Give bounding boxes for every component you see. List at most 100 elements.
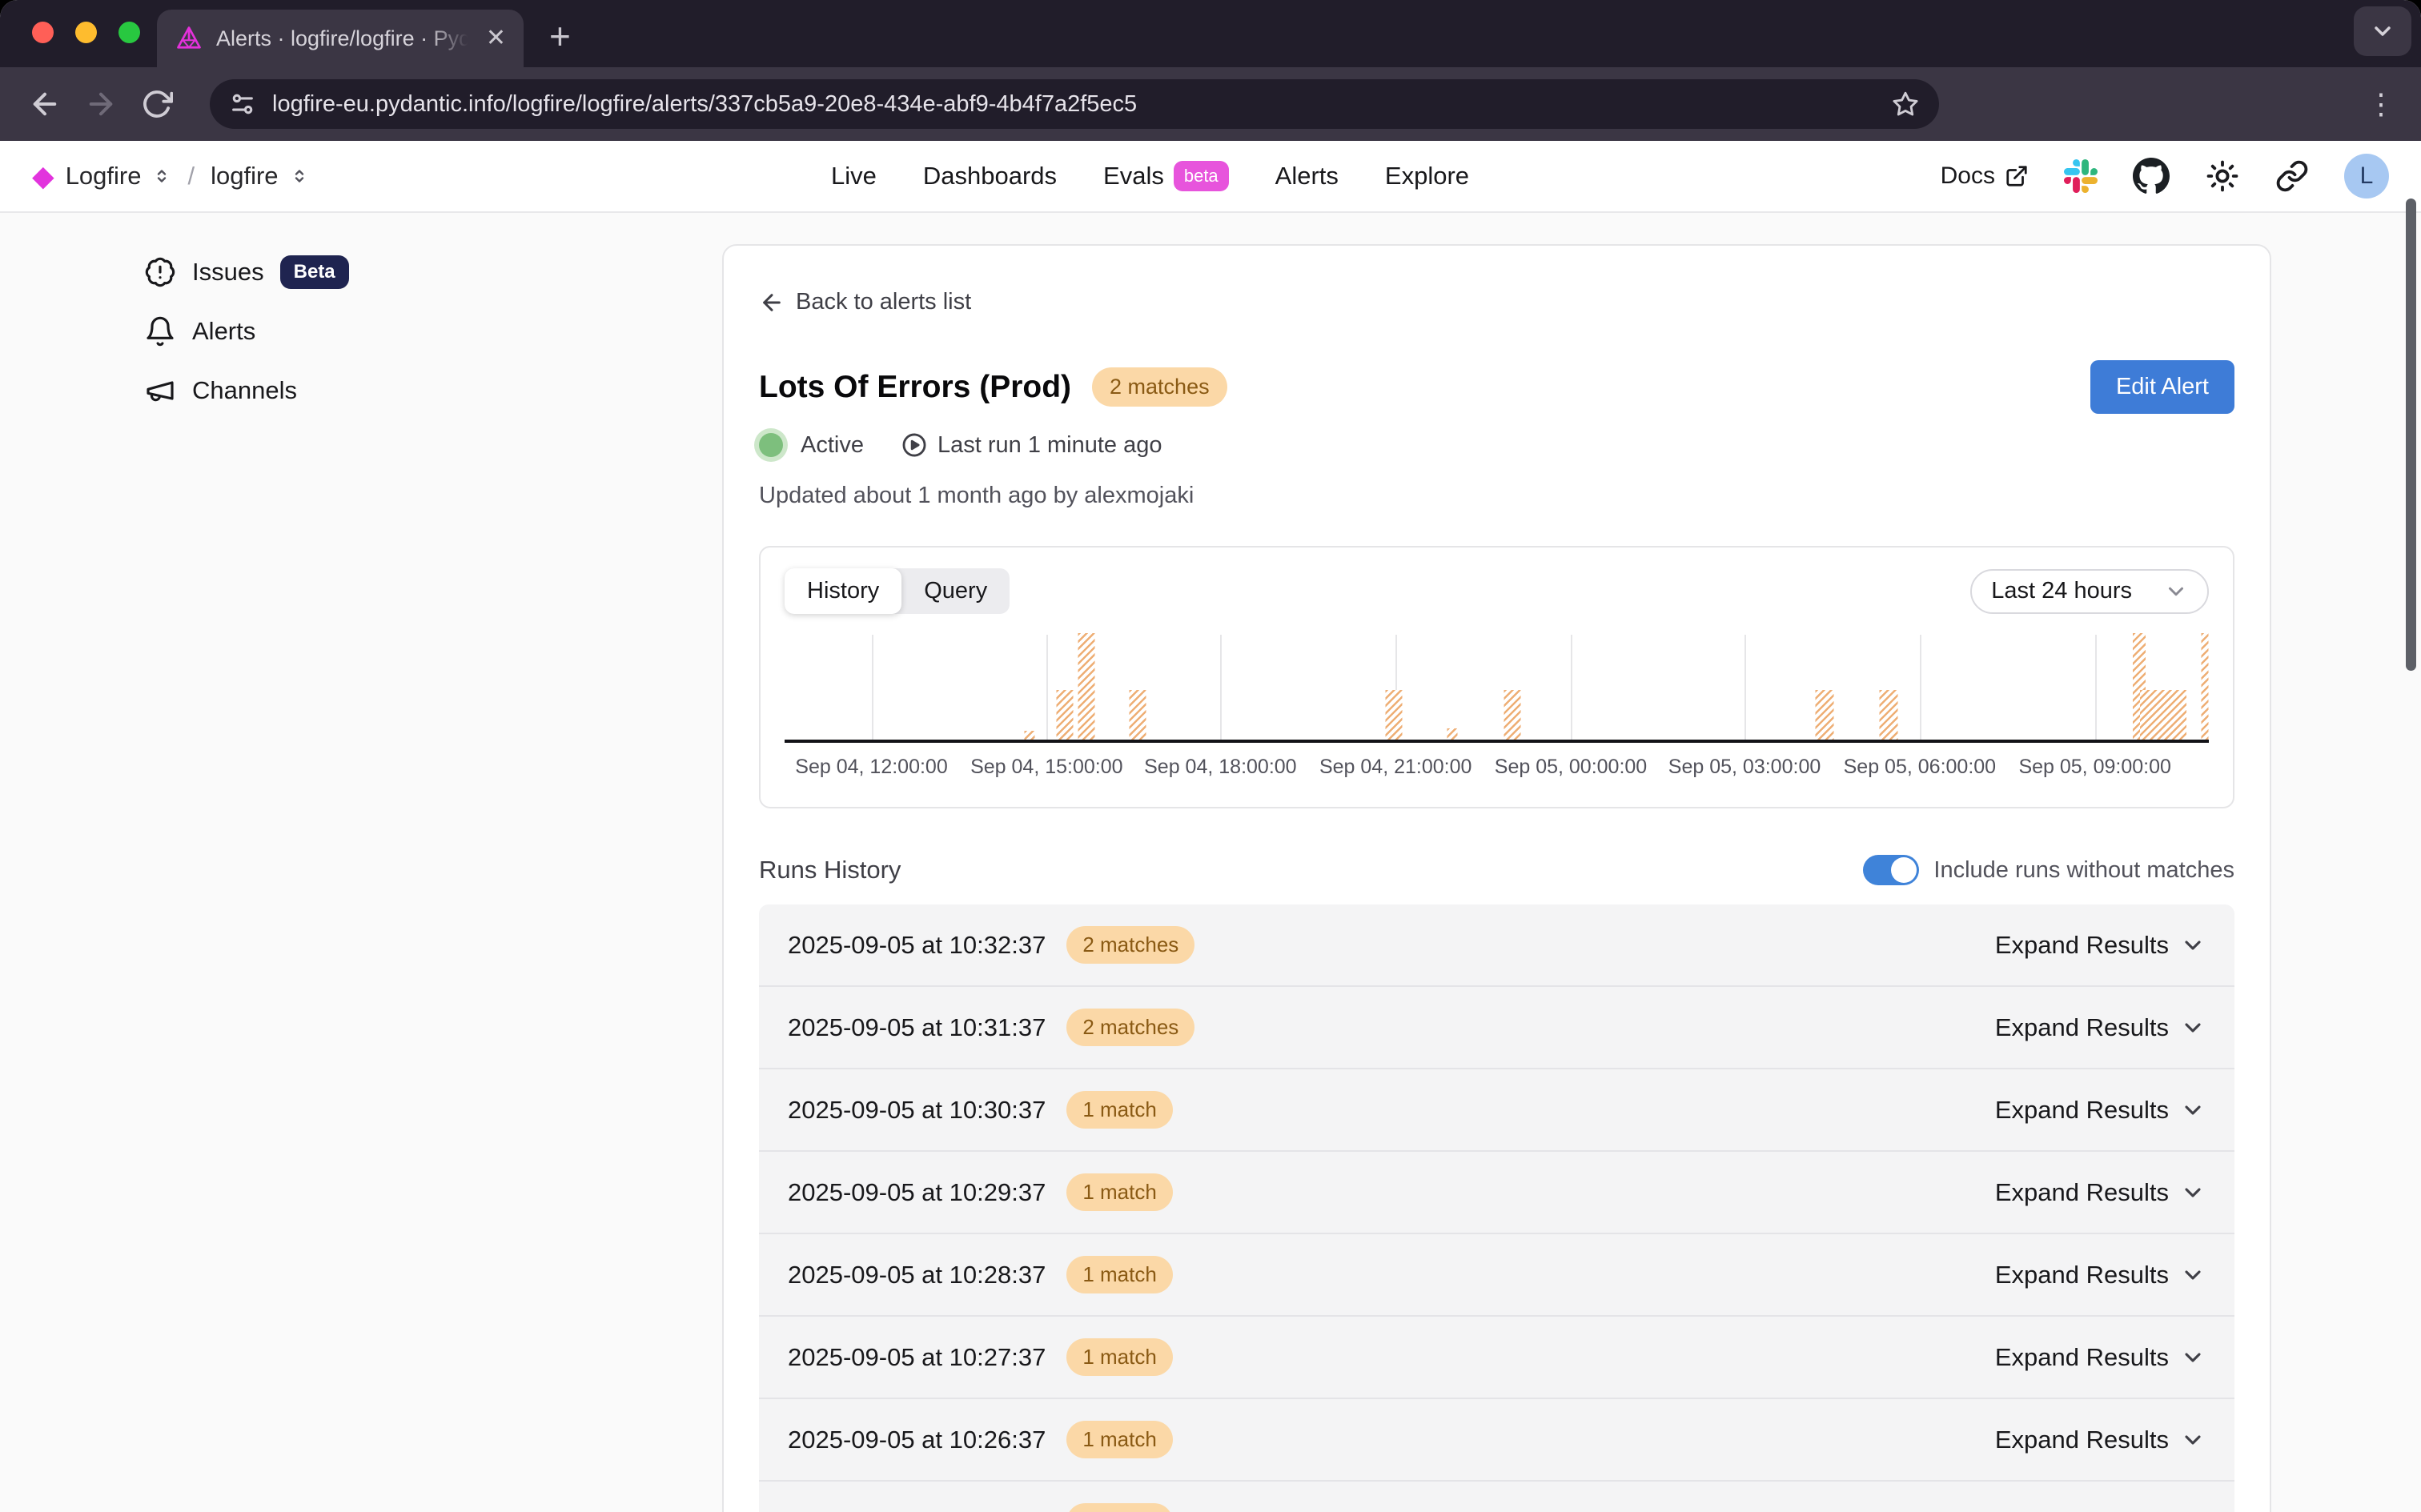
chart-x-axis: Sep 04, 12:00:00Sep 04, 15:00:00Sep 04, …	[785, 756, 2209, 788]
slack-icon[interactable]	[2064, 159, 2098, 193]
forward-button[interactable]	[77, 80, 125, 128]
chart-gridline	[1571, 635, 1572, 740]
nav-item-evals[interactable]: Evalsbeta	[1103, 161, 1229, 191]
arrow-left-icon	[759, 290, 785, 315]
sidebar-item-issues[interactable]: IssuesBeta	[144, 253, 349, 291]
run-timestamp: 2025-09-05 at 10:30:37	[788, 1096, 1046, 1125]
nav-item-live[interactable]: Live	[831, 162, 877, 191]
sidebar: IssuesBeta Alerts Channels	[144, 253, 349, 410]
chart-bar	[1504, 690, 1521, 740]
back-to-alerts-link[interactable]: Back to alerts list	[759, 289, 2234, 315]
project-breadcrumb: ◆ Logfire / logfire	[0, 162, 309, 191]
browser-tab[interactable]: Alerts · logfire/logfire · Pydant ✕	[157, 10, 524, 67]
minimize-window-button[interactable]	[75, 22, 97, 43]
expand-results-button[interactable]: Expand Results	[1995, 1013, 2206, 1042]
time-range-select[interactable]: Last 24 hours	[1970, 569, 2209, 614]
user-avatar[interactable]: L	[2344, 154, 2389, 199]
theme-sun-icon[interactable]	[2205, 158, 2240, 194]
new-tab-button[interactable]: +	[549, 14, 571, 58]
x-tick-label: Sep 05, 09:00:00	[2018, 756, 2170, 779]
expand-results-button[interactable]: Expand Results	[1995, 1426, 2206, 1454]
x-tick-label: Sep 05, 00:00:00	[1495, 756, 1647, 779]
status-label: Active	[801, 432, 864, 459]
close-window-button[interactable]	[32, 22, 54, 43]
chevron-down-icon	[2180, 1015, 2206, 1041]
nav-item-alerts[interactable]: Alerts	[1275, 162, 1339, 191]
address-bar[interactable]: logfire-eu.pydantic.info/logfire/logfire…	[210, 79, 1939, 129]
bookmark-star-icon[interactable]	[1891, 90, 1920, 118]
chart-gridline	[1744, 635, 1746, 740]
nav-item-dashboards[interactable]: Dashboards	[923, 162, 1057, 191]
runs-history-title: Runs History	[759, 856, 901, 884]
chevrons-up-down-icon[interactable]	[290, 166, 309, 186]
expand-results-button[interactable]: Expand Results	[1995, 1261, 2206, 1289]
runs-list: 2025-09-05 at 10:32:37 2 matches Expand …	[759, 904, 2234, 1512]
expand-results-button[interactable]: Expand Results	[1995, 1096, 2206, 1125]
chart-bar	[1130, 690, 1146, 740]
bell-icon	[144, 315, 176, 347]
expand-results-button[interactable]: Expand Results	[1995, 931, 2206, 960]
tab-close-icon[interactable]: ✕	[486, 26, 506, 50]
history-query-tabs: HistoryQuery	[785, 568, 1010, 614]
tab-search-button[interactable]	[2354, 6, 2411, 56]
url-text[interactable]: logfire-eu.pydantic.info/logfire/logfire…	[272, 91, 1875, 118]
x-tick-label: Sep 05, 06:00:00	[1844, 756, 1996, 779]
sidebar-item-alerts[interactable]: Alerts	[144, 312, 349, 351]
expand-results-button[interactable]: Expand Results	[1995, 1343, 2206, 1372]
x-tick-label: Sep 05, 03:00:00	[1668, 756, 1821, 779]
site-info-icon[interactable]	[229, 90, 256, 118]
chevron-down-icon	[2180, 1262, 2206, 1288]
chart-bar	[1078, 633, 1095, 740]
run-row: 2025-09-05 at 10:32:37 2 matches Expand …	[759, 904, 2234, 987]
browser-menu-icon[interactable]: ⋮	[2367, 87, 2400, 121]
docs-link[interactable]: Docs	[1941, 162, 2029, 190]
chart-gridline	[2095, 635, 2097, 740]
run-row: 2025-09-05 at 10:27:37 1 match Expand Re…	[759, 1317, 2234, 1399]
run-row: 2025-09-05 at 10:25:37 1 match Expand Re…	[759, 1482, 2234, 1512]
include-runs-toggle[interactable]	[1863, 855, 1919, 885]
run-timestamp: 2025-09-05 at 10:28:37	[788, 1261, 1046, 1289]
expand-results-button[interactable]: Expand Results	[1995, 1178, 2206, 1207]
tab-query[interactable]: Query	[901, 568, 1010, 614]
x-tick-label: Sep 04, 21:00:00	[1319, 756, 1471, 779]
github-icon[interactable]	[2133, 158, 2170, 195]
megaphone-icon	[144, 375, 176, 407]
run-timestamp: 2025-09-05 at 10:27:37	[788, 1343, 1046, 1372]
tab-history[interactable]: History	[785, 568, 901, 614]
run-matches-badge: 1 match	[1066, 1173, 1173, 1211]
tab-strip: Alerts · logfire/logfire · Pydant ✕ +	[0, 0, 2421, 67]
chart-bar	[1879, 690, 1897, 740]
chart-gridline	[1920, 635, 1921, 740]
run-matches-badge: 1 match	[1066, 1421, 1173, 1458]
tab-title: Alerts · logfire/logfire · Pydant	[216, 26, 473, 51]
sidebar-item-channels[interactable]: Channels	[144, 371, 349, 410]
chart-bar	[1024, 731, 1034, 740]
nav-item-explore[interactable]: Explore	[1385, 162, 1469, 191]
org-selector[interactable]: Logfire	[66, 162, 142, 191]
run-matches-badge: 1 match	[1066, 1503, 1173, 1512]
run-matches-badge: 2 matches	[1066, 1009, 1194, 1046]
sidebar-item-badge: Beta	[280, 255, 349, 289]
edit-alert-button[interactable]: Edit Alert	[2090, 360, 2234, 414]
x-tick-label: Sep 04, 18:00:00	[1144, 756, 1296, 779]
share-link-icon[interactable]	[2275, 159, 2309, 193]
chevron-down-icon	[2164, 580, 2188, 604]
x-tick-label: Sep 04, 15:00:00	[970, 756, 1122, 779]
chevron-down-icon	[2180, 1427, 2206, 1453]
alert-matches-badge: 2 matches	[1092, 367, 1227, 407]
chart-bar	[2140, 690, 2186, 740]
zoom-window-button[interactable]	[118, 22, 140, 43]
alert-detail-card: Back to alerts list Lots Of Errors (Prod…	[722, 244, 2271, 1512]
run-row: 2025-09-05 at 10:30:37 1 match Expand Re…	[759, 1069, 2234, 1152]
page-content: IssuesBeta Alerts Channels Back to alert…	[0, 213, 2421, 1512]
browser-window: Alerts · logfire/logfire · Pydant ✕ + lo…	[0, 0, 2421, 1512]
run-row: 2025-09-05 at 10:29:37 1 match Expand Re…	[759, 1152, 2234, 1234]
run-timestamp: 2025-09-05 at 10:32:37	[788, 931, 1046, 960]
expand-results-button[interactable]: Expand Results	[1995, 1508, 2206, 1512]
project-selector[interactable]: logfire	[211, 162, 278, 191]
reload-button[interactable]	[133, 80, 181, 128]
chevrons-up-down-icon[interactable]	[152, 166, 171, 186]
scrollbar-thumb[interactable]	[2406, 199, 2416, 671]
back-button[interactable]	[21, 80, 69, 128]
chevron-down-icon	[2180, 1180, 2206, 1205]
